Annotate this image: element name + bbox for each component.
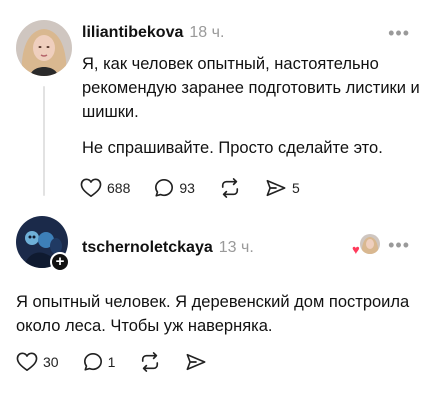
post-text: Я, как человек опытный, настоятельно рек… — [82, 55, 420, 121]
heart-icon — [80, 178, 102, 197]
author-liked-indicator: ♥ — [352, 234, 380, 258]
avatar[interactable] — [16, 20, 72, 76]
timestamp: 13 ч. — [218, 239, 254, 256]
follow-button[interactable]: + — [50, 252, 70, 272]
share-icon — [186, 353, 206, 371]
comment-button[interactable]: 1 — [83, 352, 116, 372]
share-button[interactable] — [185, 352, 207, 372]
username[interactable]: liliantibekova — [82, 24, 183, 42]
repost-button[interactable] — [139, 352, 161, 372]
comment-button[interactable]: 93 — [154, 178, 195, 198]
post-actions: 688 93 5 — [80, 178, 324, 198]
comment-icon — [83, 353, 102, 371]
repost-icon — [142, 352, 159, 372]
repost-icon — [221, 178, 239, 198]
thread-line — [43, 86, 45, 196]
timestamp: 18 ч. — [189, 24, 225, 41]
post-header: liliantibekova 18 ч. — [82, 24, 224, 42]
post-text-2: Не спрашивайте. Просто сделайте это. — [82, 139, 383, 157]
post-liliantibekova: liliantibekova 18 ч. ••• Я, как человек … — [0, 0, 432, 212]
comment-count: 1 — [107, 354, 116, 370]
heart-icon: ♥ — [352, 242, 360, 257]
repost-button[interactable] — [219, 178, 241, 198]
comment-count: 93 — [179, 180, 195, 196]
share-icon — [266, 179, 286, 197]
like-count: 688 — [107, 180, 131, 196]
username[interactable]: tschernoletckaya — [82, 239, 213, 257]
post-header: tschernoletckaya 13 ч. — [82, 239, 254, 257]
post-text: Я опытный человек. Я деревенский дом пос… — [16, 293, 410, 335]
like-button[interactable]: 688 — [80, 178, 130, 198]
share-count: 5 — [291, 180, 300, 196]
like-button[interactable]: 30 — [16, 352, 59, 372]
more-options-icon[interactable]: ••• — [388, 236, 410, 254]
like-count: 30 — [43, 354, 59, 370]
post-actions: 30 1 — [16, 352, 231, 372]
comment-icon — [155, 179, 174, 197]
heart-icon — [16, 352, 38, 371]
more-options-icon[interactable]: ••• — [388, 24, 410, 42]
mini-avatar — [360, 234, 380, 254]
share-button[interactable]: 5 — [265, 178, 300, 198]
